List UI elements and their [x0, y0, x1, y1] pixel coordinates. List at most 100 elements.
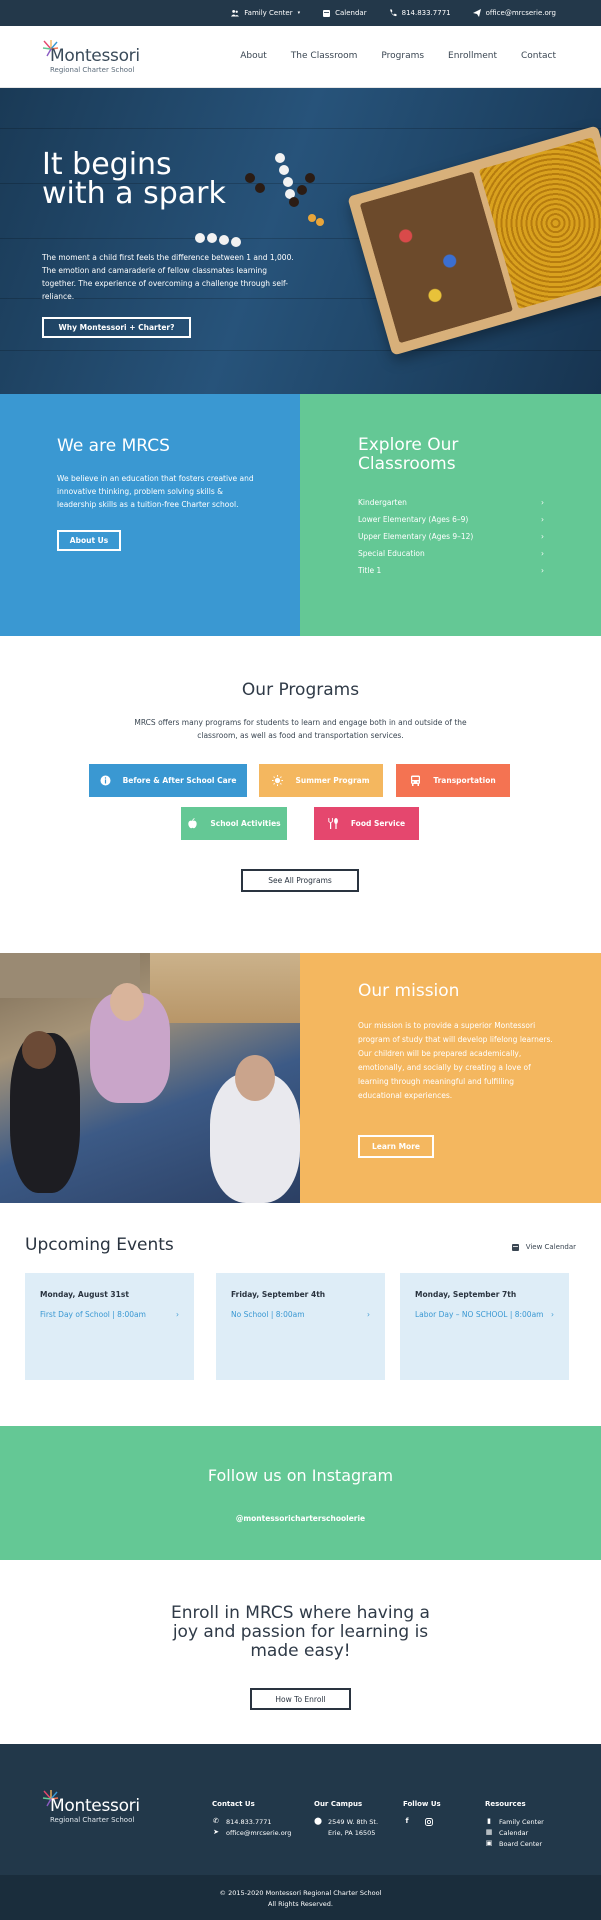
footer-resources: Resources ▮ Family Center ▦ Calendar ▣ Boar… — [485, 1800, 544, 1849]
mission-text: Our mission is to provide a superior Mon… — [358, 1021, 553, 1100]
about-classrooms-band: We are MRCS We believe in an education t… — [0, 394, 601, 636]
program-summer-button[interactable]: Summer Program — [259, 764, 383, 797]
footer-email: office@mrcserie.org — [226, 1828, 292, 1837]
main-nav: About The Classroom Programs Enrollment … — [240, 51, 556, 61]
event-link[interactable]: First Day of School | 8:00am › — [40, 1310, 179, 1319]
classroom-link-upper-elementary[interactable]: Upper Elementary (Ages 9–12) › — [358, 528, 544, 545]
footer-phone-link[interactable]: ✆ 814.833.7771 — [212, 1816, 291, 1827]
chevron-right-icon: › — [541, 549, 544, 558]
learn-more-button[interactable]: Learn More — [358, 1135, 434, 1158]
nav-about[interactable]: About — [240, 51, 267, 61]
program-school-activities-button[interactable]: School Activities — [181, 807, 287, 840]
classroom-link-title-1[interactable]: Title 1 › — [358, 562, 544, 579]
event-link[interactable]: Labor Day – NO SCHOOL | 8:00am › — [415, 1310, 554, 1319]
caret-down-icon: ▾ — [297, 10, 301, 16]
programs-section: Our Programs MRCS offers many programs f… — [0, 636, 601, 953]
copyright-text: © 2015-2020 Montessori Regional Charter … — [219, 1889, 382, 1897]
program-transportation-button[interactable]: Transportation — [396, 764, 510, 797]
footer-email-link[interactable]: ➤ office@mrcserie.org — [212, 1827, 291, 1838]
classroom-label: Upper Elementary (Ages 9–12) — [358, 532, 474, 541]
see-all-programs-button[interactable]: See All Programs — [241, 869, 359, 892]
lock-icon: ▣ — [485, 1839, 493, 1847]
mission-section: Our mission Our mission is to provide a … — [0, 953, 601, 1203]
site-logo[interactable]: Montessori Regional Charter School — [42, 40, 152, 76]
facebook-icon[interactable]: f — [403, 1818, 411, 1826]
hero-title: It begins with a spark — [42, 147, 226, 211]
instagram-handle-link[interactable]: @montessoricharterschoolerie — [0, 1514, 601, 1523]
program-before-after-care-button[interactable]: Before & After School Care — [89, 764, 247, 797]
programs-title: Our Programs — [241, 680, 360, 700]
program-food-service-button[interactable]: Food Service — [314, 807, 419, 840]
event-card[interactable]: Friday, September 4th No School | 8:00am… — [216, 1273, 385, 1380]
event-title: Labor Day – NO SCHOOL | 8:00am — [415, 1310, 544, 1319]
phone-icon — [389, 9, 397, 17]
send-icon — [472, 9, 481, 17]
about-text: We believe in an education that fosters … — [57, 474, 254, 509]
document-icon: ▮ — [487, 1817, 491, 1825]
classroom-label: Kindergarten — [358, 498, 407, 507]
email-link[interactable]: office@mrcserie.org — [472, 9, 556, 17]
copyright-bar: © 2015-2020 Montessori Regional Charter … — [0, 1875, 601, 1920]
site-footer: Montessori Regional Charter School Conta… — [0, 1744, 601, 1875]
instagram-section: Follow us on Instagram @montessoricharte… — [0, 1426, 601, 1560]
classroom-link-kindergarten[interactable]: Kindergarten › — [358, 494, 544, 511]
mission-panel: Our mission Our mission is to provide a … — [300, 953, 601, 1203]
how-to-enroll-button[interactable]: How To Enroll — [250, 1688, 351, 1710]
calendar-icon — [322, 9, 330, 17]
event-date: Monday, August 31st — [40, 1290, 129, 1299]
nav-programs[interactable]: Programs — [381, 51, 424, 61]
why-montessori-button[interactable]: Why Montessori + Charter? — [42, 317, 191, 338]
footer-resource-label: Board Center — [499, 1839, 543, 1848]
utensils-icon — [328, 818, 339, 829]
footer-resource-label: Family Center — [499, 1817, 544, 1826]
footer-resources-title: Resources — [485, 1800, 526, 1808]
chevron-right-icon: › — [541, 498, 544, 507]
about-us-button[interactable]: About Us — [57, 530, 121, 551]
event-date: Friday, September 4th — [231, 1290, 326, 1299]
classroom-photo — [0, 953, 300, 1203]
footer-address-line2: Erie, PA 16505 — [314, 1827, 378, 1838]
classroom-label: Special Education — [358, 549, 425, 558]
footer-contact: Contact Us ✆ 814.833.7771 ➤ office@mrcseri… — [212, 1800, 291, 1838]
nav-contact[interactable]: Contact — [521, 51, 556, 61]
program-label: Food Service — [350, 819, 406, 828]
about-panel: We are MRCS We believe in an education t… — [0, 394, 300, 636]
instagram-icon[interactable] — [425, 1817, 433, 1826]
calendar-link[interactable]: Calendar — [322, 9, 367, 17]
hero-banner: It begins with a spark The moment a chil… — [0, 88, 601, 394]
view-calendar-link[interactable]: View Calendar — [512, 1243, 576, 1251]
chevron-right-icon: › — [176, 1310, 179, 1319]
event-link[interactable]: No School | 8:00am › — [231, 1310, 370, 1319]
chevron-right-icon: › — [551, 1310, 554, 1319]
footer-contact-title: Contact Us — [212, 1800, 255, 1808]
classroom-link-special-education[interactable]: Special Education › — [358, 545, 544, 562]
bus-icon — [410, 775, 421, 786]
info-icon — [100, 775, 111, 786]
classrooms-panel: Explore Our Classrooms Kindergarten › Low… — [300, 394, 601, 636]
footer-resource-link[interactable]: ▮ Family Center — [485, 1816, 544, 1827]
top-utility-bar: Family Center ▾ Calendar 814.833.7771 of… — [0, 0, 601, 26]
footer-campus-title: Our Campus — [314, 1800, 363, 1808]
email-address: office@mrcserie.org — [485, 9, 556, 17]
nav-the-classroom[interactable]: The Classroom — [291, 51, 358, 61]
site-header: Montessori Regional Charter School About… — [0, 26, 601, 88]
event-card[interactable]: Monday, August 31st First Day of School … — [25, 1273, 194, 1380]
family-center-link[interactable]: Family Center ▾ — [231, 9, 300, 17]
footer-resource-link[interactable]: ▣ Board Center — [485, 1838, 544, 1849]
calendar-icon — [512, 1243, 520, 1251]
classroom-link-lower-elementary[interactable]: Lower Elementary (Ages 6–9) › — [358, 511, 544, 528]
footer-campus: Our Campus ⬤ 2549 W. 8th St. Erie, PA 165… — [314, 1800, 378, 1838]
footer-logo-title: Montessori — [50, 1796, 140, 1816]
classroom-label: Title 1 — [358, 566, 382, 575]
footer-logo-subtitle: Regional Charter School — [50, 1816, 135, 1824]
event-card[interactable]: Monday, September 7th Labor Day – NO SCH… — [400, 1273, 569, 1380]
about-title: We are MRCS — [57, 436, 170, 456]
hero-text: The moment a child first feels the diffe… — [42, 253, 294, 301]
footer-resource-link[interactable]: ▦ Calendar — [485, 1827, 544, 1838]
program-label: Summer Program — [295, 776, 370, 785]
event-title: No School | 8:00am — [231, 1310, 305, 1319]
chevron-right-icon: › — [541, 532, 544, 541]
nav-enrollment[interactable]: Enrollment — [448, 51, 497, 61]
footer-logo[interactable]: Montessori Regional Charter School — [42, 1790, 162, 1830]
phone-link[interactable]: 814.833.7771 — [389, 9, 451, 17]
